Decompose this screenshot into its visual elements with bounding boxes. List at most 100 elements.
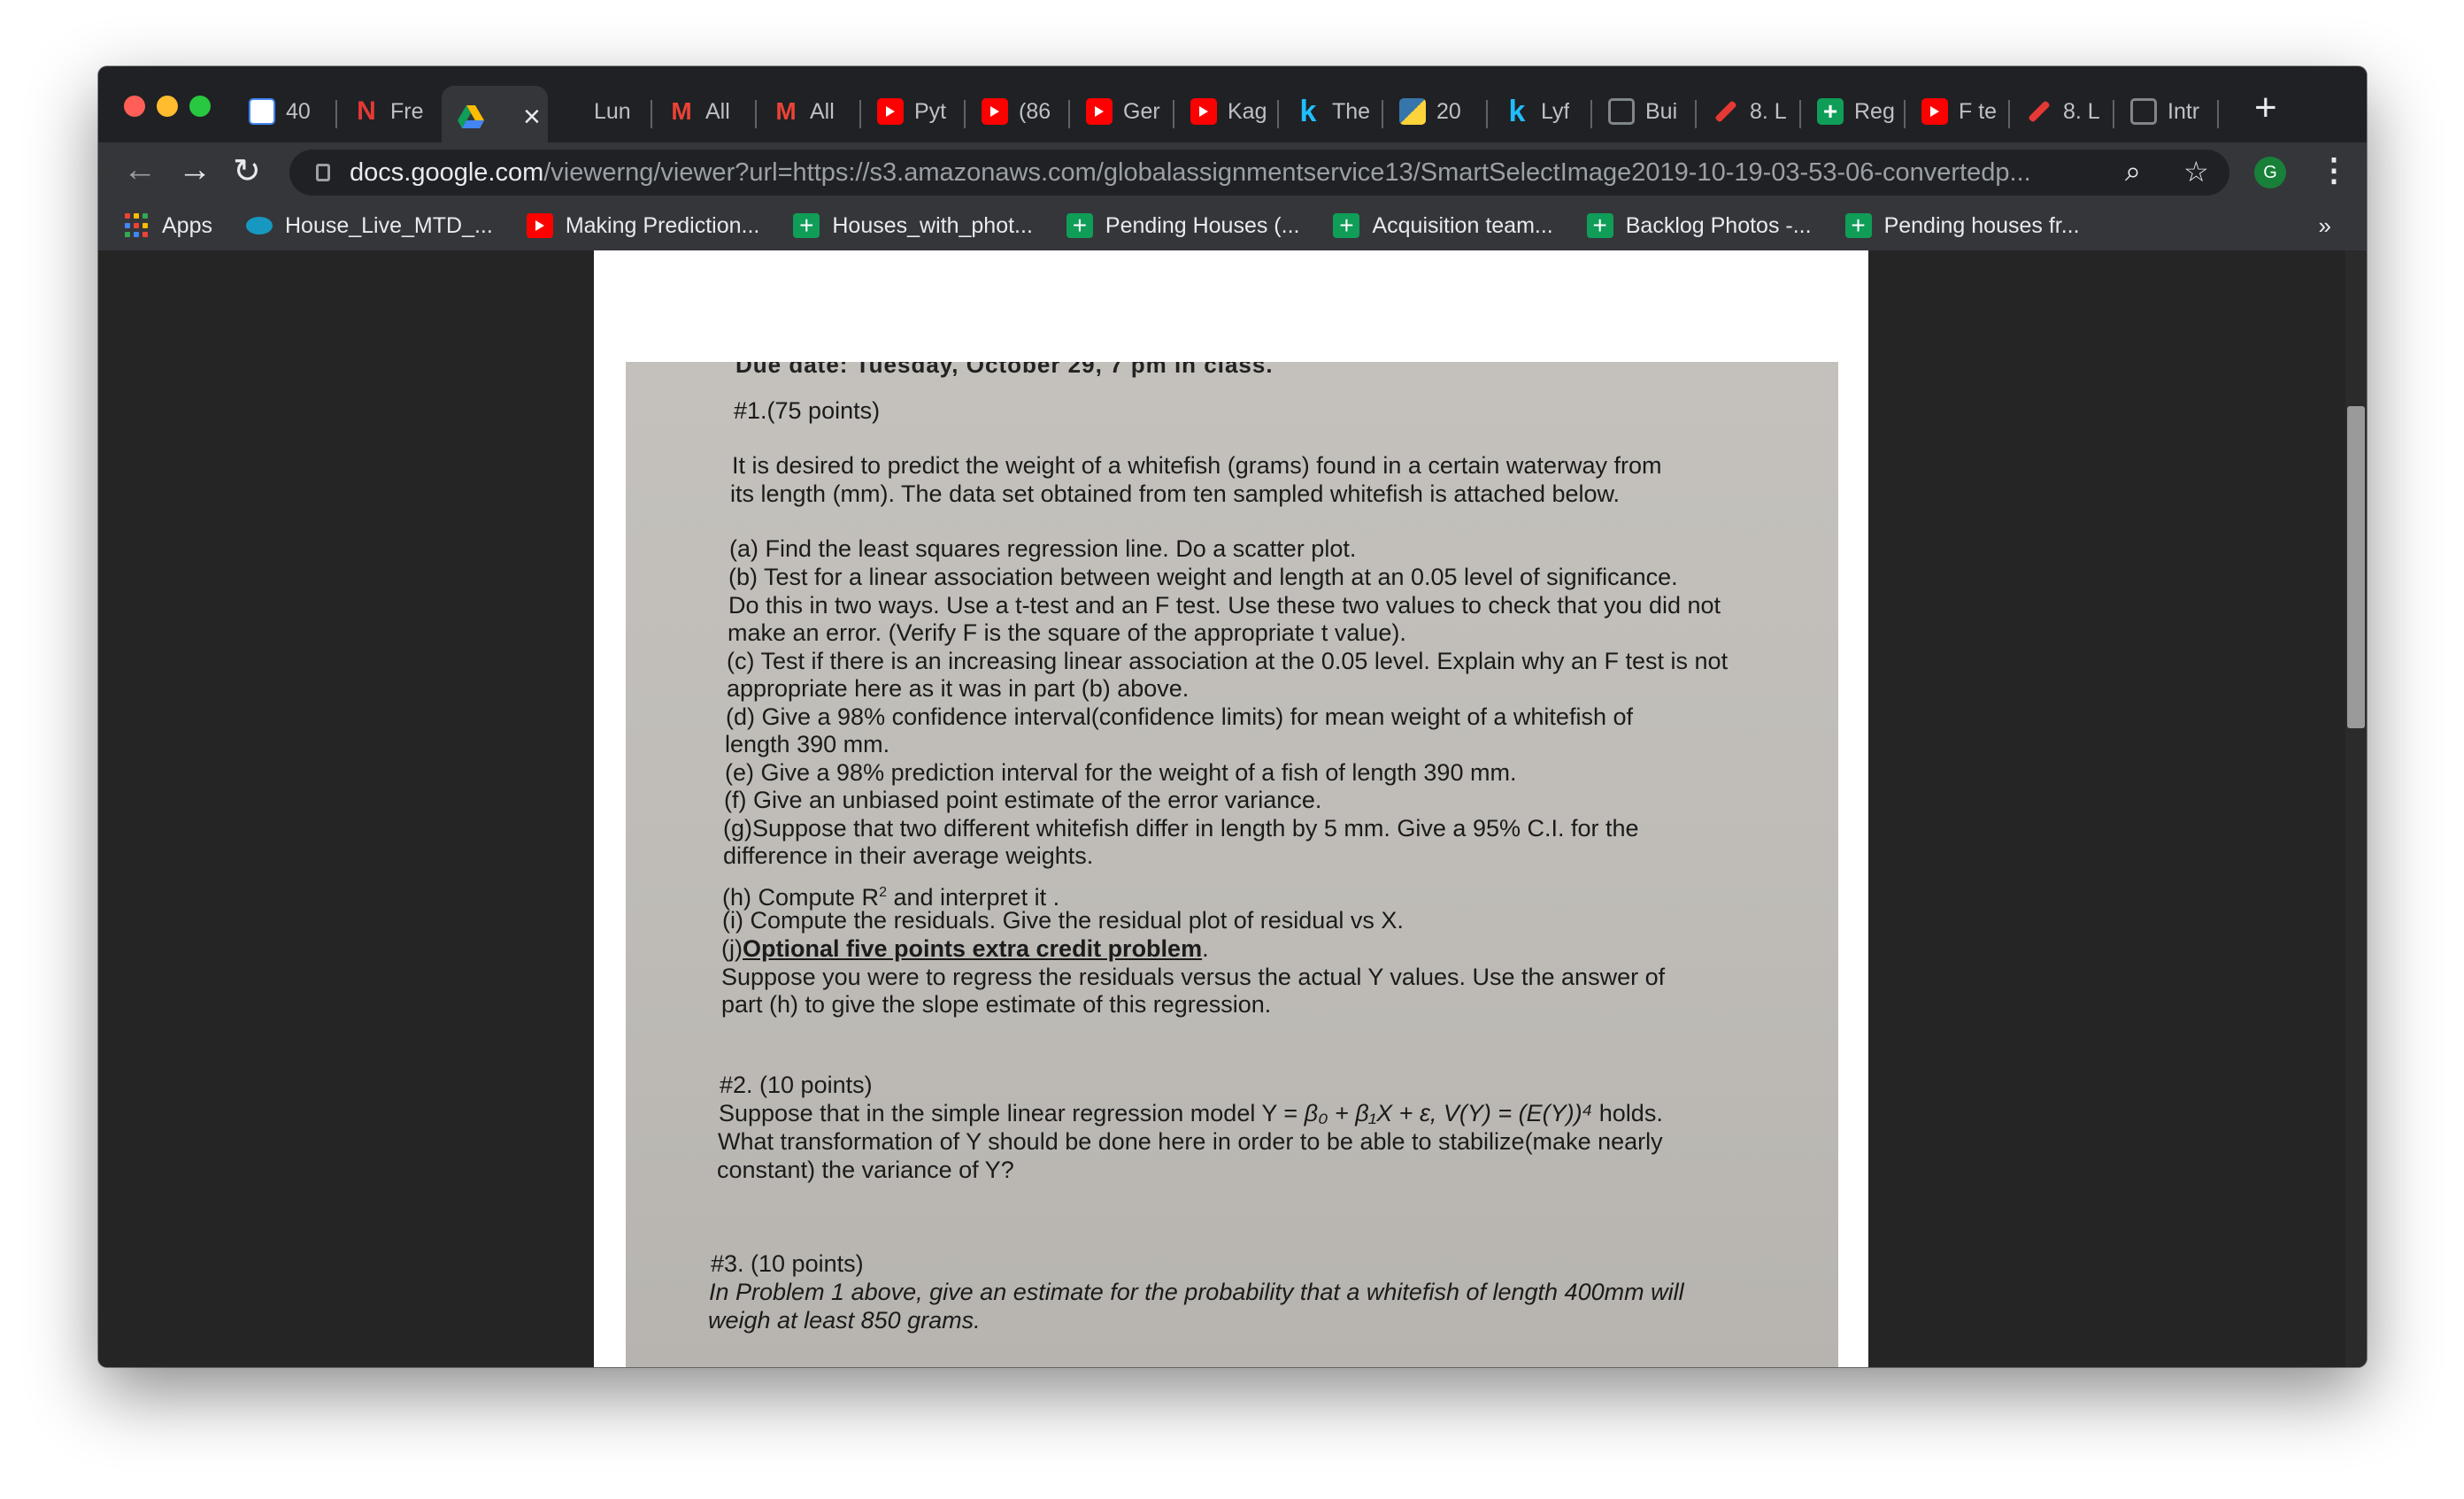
globe-icon (2130, 98, 2157, 125)
back-arrow-icon[interactable]: ← (123, 151, 157, 189)
part-d-line-2: length 390 mm. (725, 731, 890, 757)
youtube-icon (982, 98, 1008, 125)
tab-17[interactable]: F te (1906, 86, 2010, 137)
tab-7[interactable]: Pyt (861, 86, 966, 137)
tab-6[interactable]: M All (757, 86, 861, 137)
tab-2[interactable]: N Fre (337, 86, 442, 137)
part-b-line-1: (b) Test for a linear association betwee… (728, 564, 1678, 590)
bookmark-backlog-photos[interactable]: Backlog Photos -... (1586, 213, 1812, 239)
part-b-line-2: Do this in two ways. Use a t-test and an… (728, 592, 1721, 619)
sheets-icon (1586, 213, 1613, 238)
problem-3-line-1: In Problem 1 above, give an estimate for… (709, 1279, 1684, 1305)
profile-avatar[interactable]: G (2254, 157, 2286, 188)
problem-2-title: #2. (10 points) (720, 1072, 873, 1098)
tab-18[interactable]: 8. L (2010, 86, 2114, 137)
cut-header: Due date: Tuesday, October 29, 7 pm in c… (735, 362, 1274, 378)
tab-10[interactable]: Kag (1174, 86, 1279, 137)
tab-14[interactable]: Bui (1592, 86, 1697, 137)
toolbar: ← → ↻ docs.google.com /viewerng/viewer?u… (98, 142, 2367, 201)
forward-arrow-icon[interactable]: → (178, 151, 212, 189)
part-e: (e) Give a 98% prediction interval for t… (725, 759, 1517, 786)
new-tab-button[interactable]: + (2254, 86, 2277, 130)
sheets-icon (793, 213, 820, 238)
part-j-line-2: Suppose you were to regress the residual… (721, 964, 1666, 990)
tool-icon (2026, 98, 2052, 125)
scrollbar-thumb[interactable] (2347, 406, 2365, 728)
zoom-window-button[interactable] (189, 96, 211, 117)
part-j-line-3: part (h) to give the slope estimate of t… (721, 991, 1272, 1018)
python-icon (1399, 98, 1426, 125)
problem-1-intro-line-1: It is desired to predict the weight of a… (732, 452, 1662, 479)
problem-3-title: #3. (10 points) (711, 1250, 864, 1277)
part-d-line-1: (d) Give a 98% confidence interval(confi… (726, 703, 1633, 730)
bookmark-star-icon[interactable]: ☆ (2183, 155, 2209, 188)
calendar-icon (249, 98, 275, 125)
part-i: (i) Compute the residuals. Give the resi… (722, 907, 1404, 934)
viewer-content: Due date: Tuesday, October 29, 7 pm in c… (98, 250, 2367, 1367)
part-c-line-2: appropriate here as it was in part (b) a… (727, 675, 1190, 702)
bookmark-apps[interactable]: Apps (125, 213, 212, 239)
youtube-icon (1086, 98, 1113, 125)
url-path: /viewerng/viewer?url=https://s3.amazonaw… (543, 158, 2031, 187)
tab-8[interactable]: (86 (966, 86, 1070, 137)
bookmark-making-prediction[interactable]: Making Prediction... (526, 213, 759, 239)
sheets-icon (1066, 213, 1093, 238)
problem-1-intro-line-2: its length (mm). The data set obtained f… (730, 480, 1621, 507)
youtube-icon (1190, 98, 1217, 125)
url-host: docs.google.com (350, 158, 544, 187)
document-page: Due date: Tuesday, October 29, 7 pm in c… (594, 250, 1868, 1367)
tab-close-icon[interactable]: × (523, 100, 541, 135)
youtube-icon (1921, 98, 1948, 125)
google-drive-icon (458, 104, 484, 130)
apps-grid-icon (125, 213, 150, 238)
tab-15[interactable]: 8. L (1697, 86, 1801, 137)
problem-3-line-2: weigh at least 850 grams. (708, 1307, 981, 1334)
zoom-search-icon[interactable]: ⌕ (2125, 155, 2141, 188)
problem-2-line-1: Suppose that in the simple linear regres… (719, 1100, 1663, 1126)
bookmark-pending-houses[interactable]: Pending Houses (... (1066, 213, 1299, 239)
salesforce-cloud-icon (245, 217, 273, 234)
part-b-line-3: make an error. (Verify F is the square o… (728, 619, 1406, 646)
assignment-photo: Due date: Tuesday, October 29, 7 pm in c… (626, 362, 1838, 1367)
lock-icon (316, 164, 330, 181)
kaggle-icon: k (1299, 94, 1317, 128)
gmail-icon: M (671, 97, 692, 125)
part-g-line-1: (g)Suppose that two different whitefish … (723, 815, 1639, 842)
tab-list: 40 N Fre × Lun M All M All Pyt (86 Ger K… (233, 81, 2219, 148)
bookmark-pending-houses-fr[interactable]: Pending houses fr... (1844, 213, 2080, 239)
address-bar[interactable]: docs.google.com /viewerng/viewer?url=htt… (289, 150, 2229, 196)
tab-11[interactable]: k The (1279, 86, 1383, 137)
more-menu-icon[interactable]: ⋮ (2318, 151, 2350, 188)
sheets-icon (1844, 213, 1872, 238)
globe-icon (1608, 98, 1635, 125)
part-a: (a) Find the least squares regression li… (729, 535, 1357, 562)
part-j: (j)Optional five points extra credit pro… (721, 935, 1209, 962)
youtube-icon (877, 98, 904, 125)
reload-icon[interactable]: ↻ (233, 151, 261, 191)
tab-active-google-drive[interactable]: × (442, 86, 548, 148)
youtube-icon (526, 213, 553, 238)
minimize-window-button[interactable] (157, 96, 178, 117)
kaggle-icon: k (1508, 94, 1526, 128)
bookmark-houses-with-photos[interactable]: Houses_with_phot... (793, 213, 1033, 239)
problem-1-title: #1.(75 points) (734, 397, 881, 424)
tab-5[interactable]: M All (652, 86, 757, 137)
n-logo-icon: N (357, 96, 376, 126)
tab-19[interactable]: Intr (2114, 86, 2219, 137)
tab-strip: 40 N Fre × Lun M All M All Pyt (86 Ger K… (98, 66, 2367, 148)
sheets-icon (1817, 98, 1844, 125)
bookmark-acquisition-team[interactable]: Acquisition team... (1333, 213, 1553, 239)
bookmark-house-live[interactable]: House_Live_MTD_... (245, 213, 493, 239)
tab-13[interactable]: k Lyf (1488, 86, 1592, 137)
tab-9[interactable]: Ger (1070, 86, 1174, 137)
tab-12[interactable]: 20 (1383, 86, 1488, 137)
tab-16[interactable]: Reg (1801, 86, 1906, 137)
close-window-button[interactable] (124, 96, 145, 117)
scrollbar[interactable] (2345, 250, 2367, 1367)
problem-2-line-3: constant) the variance of Y? (717, 1157, 1014, 1183)
tab-4[interactable]: Lun (548, 86, 652, 137)
part-g-line-2: difference in their average weights. (723, 842, 1094, 869)
tab-1[interactable]: 40 (233, 86, 337, 137)
bookmarks-overflow-icon[interactable]: » (2319, 212, 2331, 240)
bookmarks-bar: Apps House_Live_MTD_... Making Predictio… (98, 201, 2367, 250)
